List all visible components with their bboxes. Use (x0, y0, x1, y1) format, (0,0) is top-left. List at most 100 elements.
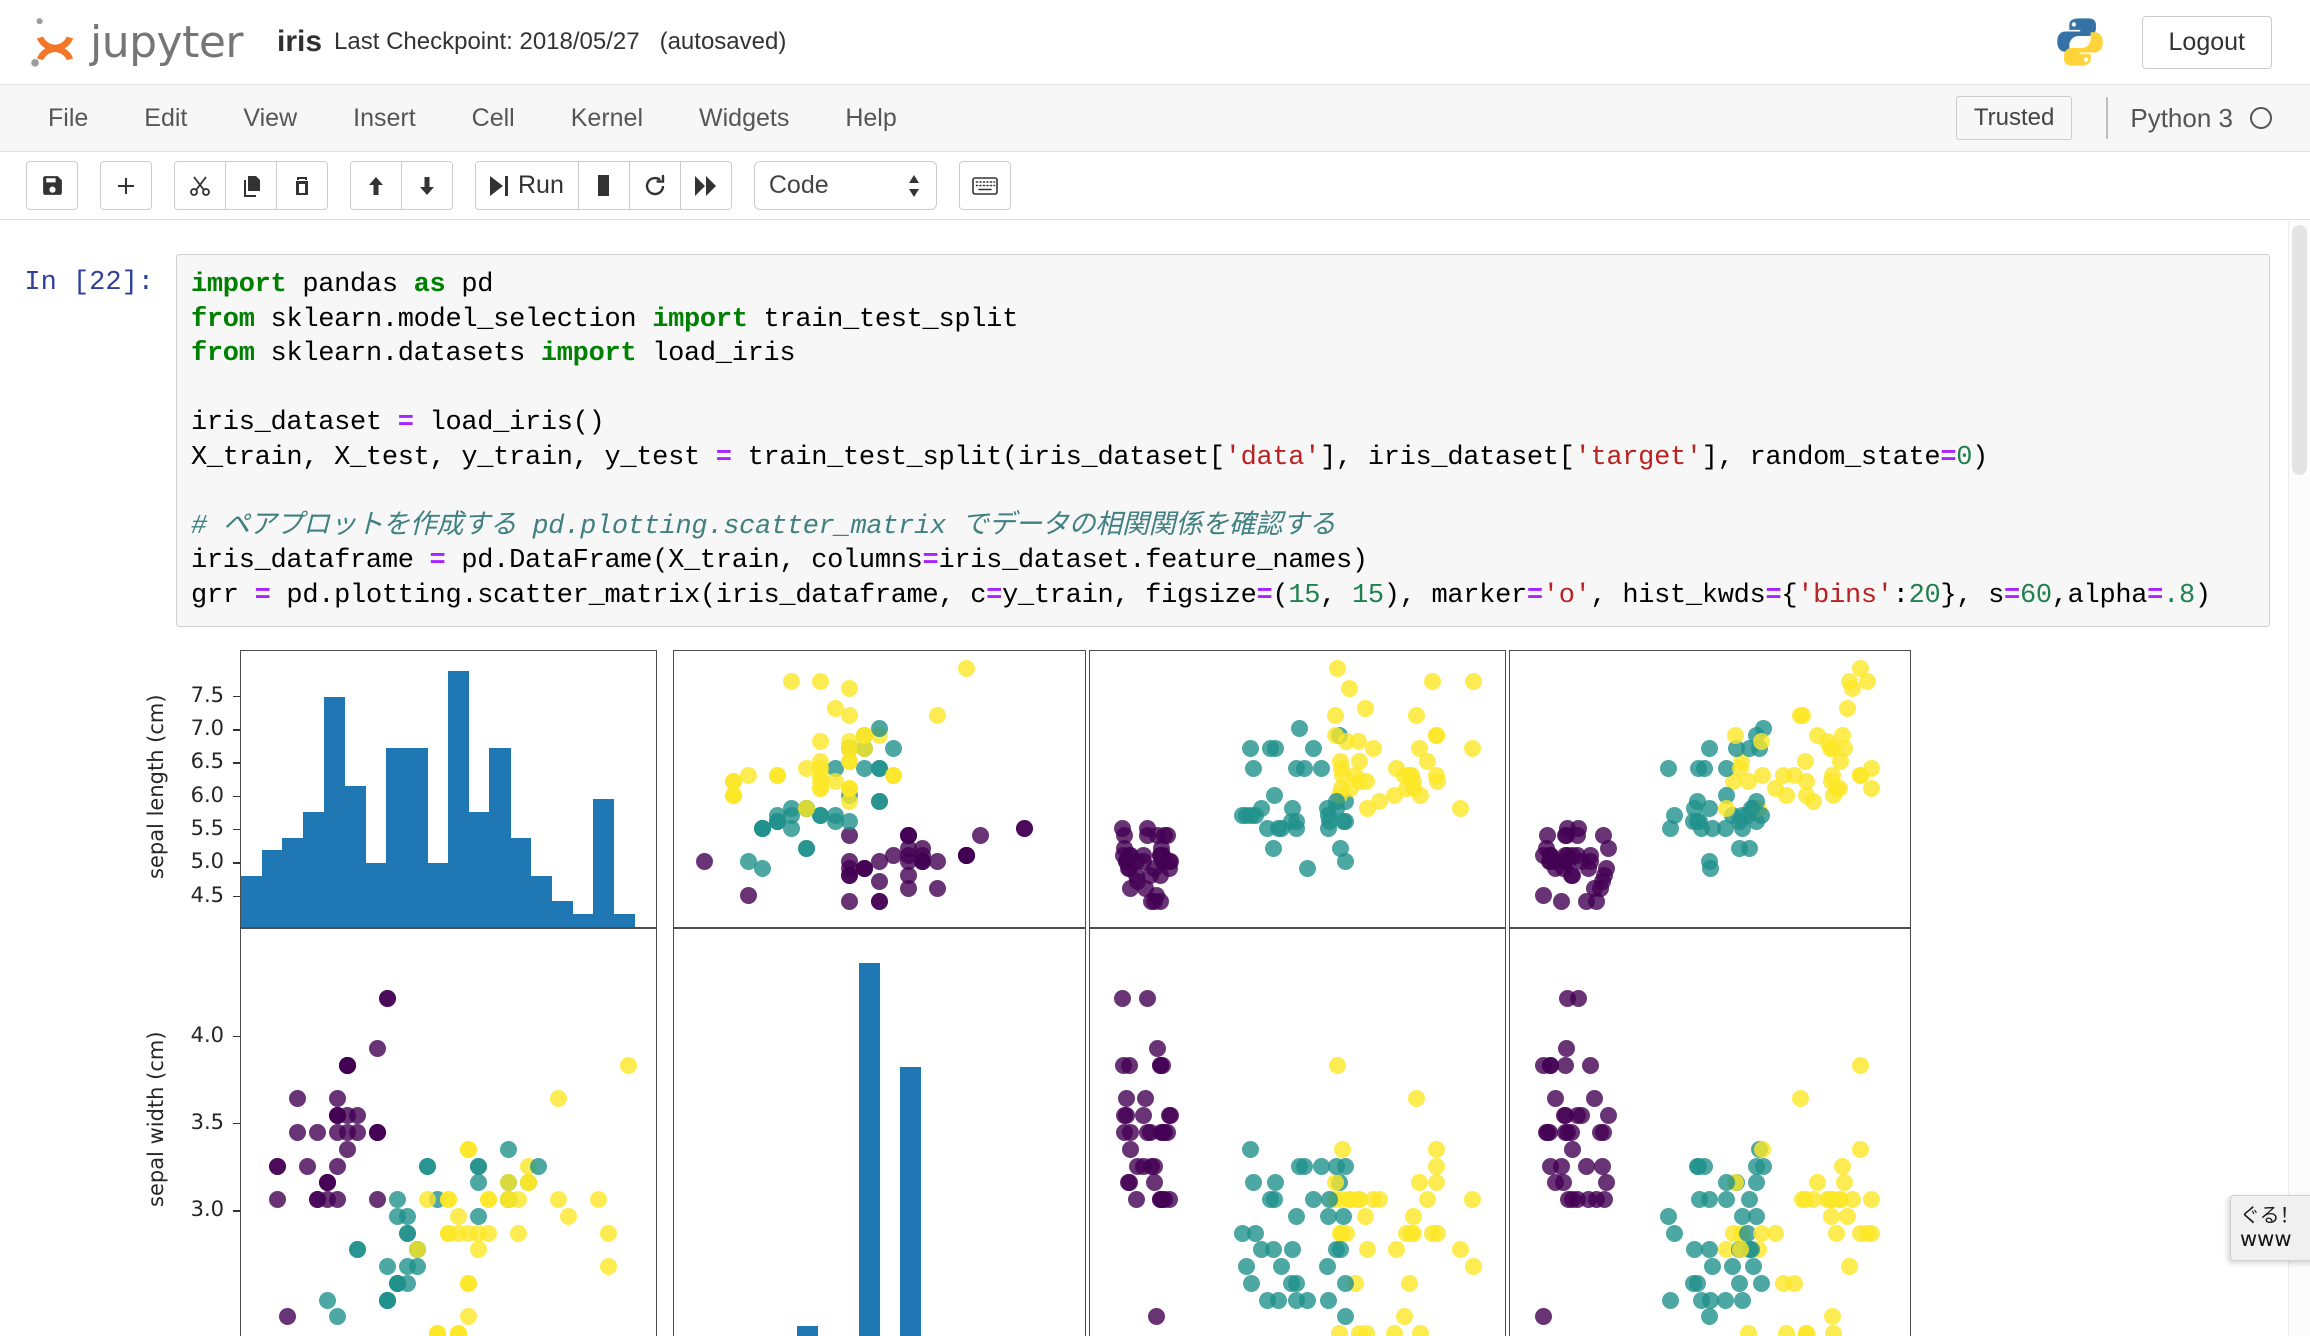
scatter-point (812, 733, 830, 751)
code-editor[interactable]: import pandas as pd from sklearn.model_se… (176, 254, 2270, 627)
code-line: grr = pd.plotting.scatter_matrix(iris_da… (191, 580, 2211, 611)
move-down-icon[interactable] (401, 161, 453, 210)
scatter-matrix-figure: 4.5 5.0 5.5 6.0 6.5 7.0 7.5 sepal length (cm) 3.… (144, 645, 1911, 1336)
scatter-point (1731, 839, 1749, 857)
scatter-point (379, 1291, 397, 1309)
scatter-point (1404, 1207, 1422, 1225)
scatter-point (339, 1140, 357, 1158)
scatter-point (1333, 760, 1351, 778)
scatter-point (459, 1274, 477, 1292)
scatter-point (739, 766, 757, 784)
scatter-point (1808, 1174, 1826, 1192)
scatter-point (1660, 1207, 1678, 1225)
scatter-point (379, 1258, 397, 1276)
histogram-bar (899, 1066, 921, 1336)
y-tick-label: 6.0 (190, 782, 224, 807)
scatter-point (1704, 1258, 1722, 1276)
scatter-point (1827, 1224, 1845, 1242)
kernel-idle-circle-icon[interactable] (2250, 107, 2272, 129)
move-up-icon[interactable] (350, 161, 402, 210)
save-icon[interactable] (26, 161, 78, 210)
add-cell-icon[interactable] (100, 161, 152, 210)
histogram-bar (489, 747, 511, 927)
scatter-point (1563, 1191, 1581, 1209)
scatter-point (1833, 1157, 1851, 1175)
scatter-point (479, 1191, 497, 1209)
scatter-point (1534, 1308, 1552, 1326)
scatter-point (1320, 1191, 1338, 1209)
menu-item-insert[interactable]: Insert (325, 96, 444, 141)
scatter-point (1318, 1258, 1336, 1276)
kernel-separator (2106, 97, 2109, 139)
scatter-point (812, 673, 830, 691)
scatter-point (1305, 740, 1323, 758)
scatter-point (1823, 1191, 1841, 1209)
menu-item-file[interactable]: File (26, 96, 116, 141)
scatter-point (1753, 806, 1771, 824)
scatter-point (1823, 740, 1841, 758)
scatter-point (1717, 1291, 1735, 1309)
scatter-point (1273, 1258, 1291, 1276)
copy-icon[interactable] (225, 161, 277, 210)
scatter-point (1794, 706, 1812, 724)
code-line: iris_dataframe = pd.DataFrame(X_train, c… (191, 546, 1368, 576)
paste-icon[interactable] (276, 161, 328, 210)
scatter-point (1332, 1241, 1350, 1259)
scatter-point (1128, 1191, 1146, 1209)
restart-icon[interactable] (628, 161, 681, 210)
scatter-point (469, 1207, 487, 1225)
notebook-name[interactable]: iris (277, 25, 322, 59)
scatter-point (1258, 819, 1276, 837)
scatter-point (1350, 773, 1368, 791)
keyboard-icon[interactable] (958, 161, 1011, 210)
scatter-point (1546, 1090, 1564, 1108)
stop-icon[interactable] (577, 161, 630, 210)
scatter-point (1844, 680, 1862, 698)
code-cell[interactable]: In [22]: import pandas as pd from sklearn… (0, 254, 2310, 627)
scatter-point (1665, 806, 1683, 824)
scatter-point (1464, 673, 1482, 691)
menu-item-edit[interactable]: Edit (116, 96, 215, 141)
scatter-point (1753, 733, 1771, 751)
y-tick-mark (233, 1210, 240, 1212)
scatter-point (1419, 1191, 1437, 1209)
histogram-bar (613, 914, 635, 927)
trusted-badge[interactable]: Trusted (1955, 96, 2073, 140)
scatter-point (1546, 853, 1564, 871)
scatter-point (1258, 1291, 1276, 1309)
scatter-point (885, 766, 902, 784)
menu-item-kernel[interactable]: Kernel (543, 96, 671, 141)
scatter-point (1796, 753, 1814, 771)
scatter-point (329, 1090, 347, 1108)
scatter-point (1341, 680, 1359, 698)
scatter-point (1242, 806, 1260, 824)
scatter-point (559, 1207, 577, 1225)
scrollbar-thumb[interactable] (2292, 225, 2307, 475)
scatter-point (1753, 1274, 1771, 1292)
menu-item-view[interactable]: View (215, 96, 325, 141)
menu-item-widgets[interactable]: Widgets (671, 96, 817, 141)
y-tick-label: 4.5 (190, 882, 224, 907)
jupyter-home-link[interactable]: jupyter (26, 13, 244, 71)
menu-item-help[interactable]: Help (817, 96, 924, 141)
scatter-point (1774, 1274, 1792, 1292)
scatter-point (1558, 1040, 1576, 1058)
kernel-name-label[interactable]: Python 3 (2130, 103, 2233, 134)
scatter-point (1358, 1241, 1376, 1259)
floating-overlay-widget[interactable]: ぐる！ www (2230, 1195, 2310, 1261)
scatter-point (1319, 1291, 1337, 1309)
scatter-point (768, 766, 786, 784)
logout-button[interactable]: Logout (2141, 15, 2272, 69)
scatter-point (1153, 846, 1171, 864)
fast-forward-icon[interactable] (679, 161, 732, 210)
scatter-point (289, 1123, 307, 1141)
run-icon[interactable]: Run (475, 161, 579, 210)
jupyter-brand-text: jupyter (90, 16, 244, 68)
scatter-point (725, 773, 743, 791)
chevron-updown-icon (907, 174, 921, 197)
notebook-scroll-region[interactable]: In [22]: import pandas as pd from sklearn… (0, 221, 2310, 1336)
menu-item-cell[interactable]: Cell (444, 96, 543, 141)
vertical-scrollbar[interactable] (2288, 221, 2310, 1336)
cut-icon[interactable] (174, 161, 226, 210)
code-line: import pandas as pd (191, 270, 494, 300)
